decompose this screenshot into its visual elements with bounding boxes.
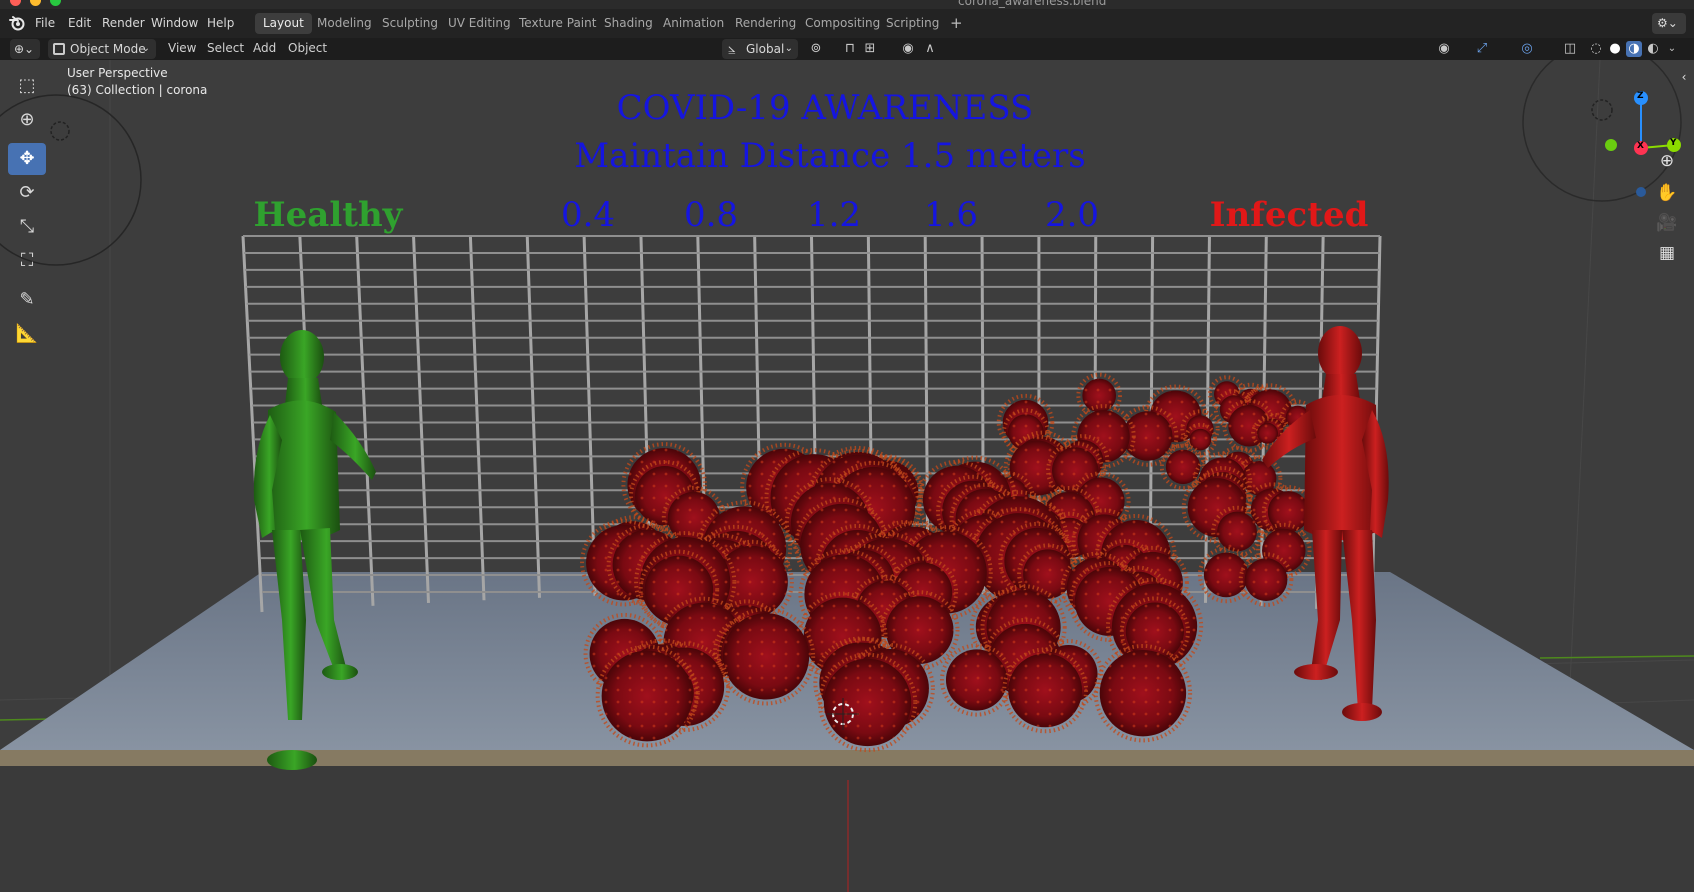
select-box-icon[interactable]: ⬚ (8, 70, 46, 102)
y-axis-line-right (1539, 655, 1694, 659)
object-menu[interactable]: Object (288, 41, 327, 55)
rotate-icon[interactable]: ⟳ (8, 177, 46, 209)
tab-sculpting[interactable]: Sculpting (374, 13, 446, 34)
gizmo-toggle-icon[interactable]: ⤢ (1474, 41, 1490, 57)
menu-render[interactable]: Render (102, 16, 145, 30)
viewport-header: ⊕⌄ Object Mode ⌄ View Select Add Object … (0, 38, 1694, 60)
scene-selector-icon[interactable]: ⚙︎⌄ (1652, 13, 1686, 34)
tab-uv-editing[interactable]: UV Editing (440, 13, 519, 34)
zoom-window-icon[interactable] (50, 0, 61, 6)
top-menu-bar: File Edit Render Window Help Layout Mode… (0, 9, 1694, 38)
scale-mark-0-4: 0.4 (560, 195, 616, 235)
menu-file[interactable]: File (35, 16, 55, 30)
orientation-label: Global (746, 42, 785, 56)
tab-compositing[interactable]: Compositing (797, 13, 888, 34)
scale-mark-1-2: 1.2 (806, 195, 862, 235)
sidebar-toggle-icon[interactable]: ‹ (1674, 62, 1694, 92)
transform-orientation-dropdown[interactable]: ⦥ Global ⌄ (722, 39, 798, 59)
grid-wall-vertical-bar (525, 235, 541, 598)
scale-mark-2-0: 2.0 (1044, 195, 1100, 235)
hand-pan-icon[interactable]: ✋ (1652, 178, 1682, 208)
object-mode-icon (53, 43, 65, 55)
healthy-label: Healthy (253, 195, 403, 235)
annotate-icon[interactable]: ✎ (8, 284, 46, 316)
tab-animation[interactable]: Animation (655, 13, 732, 34)
minimize-window-icon[interactable] (30, 0, 41, 6)
zoom-icon[interactable]: ⊕ (1652, 146, 1682, 176)
infected-label: Infected (1209, 195, 1369, 235)
grid-wall-vertical-bar (355, 235, 375, 606)
object-mode-label: Object Mode (70, 42, 146, 56)
chevron-down-icon: ⌄ (141, 43, 150, 54)
xray-toggle-icon[interactable]: ◫ (1562, 41, 1578, 57)
measure-icon[interactable]: 📐 (8, 318, 46, 350)
pivot-point-icon[interactable]: ⊚ (808, 41, 824, 57)
chevron-down-icon: ⌄ (784, 43, 793, 54)
cursor-icon[interactable]: ⊕ (8, 104, 46, 136)
virus-particle (1076, 372, 1123, 419)
scene-title: COVID-19 AWARENESS (616, 88, 1034, 128)
shading-material-icon[interactable]: ◑ (1626, 41, 1642, 57)
tab-modeling[interactable]: Modeling (309, 13, 380, 34)
view-menu[interactable]: View (168, 41, 196, 55)
gizmo-x-label: X (1637, 141, 1644, 151)
tab-layout[interactable]: Layout (255, 13, 312, 34)
visibility-icon[interactable]: ◉ (1436, 41, 1452, 57)
gizmo-z-label: Z (1637, 91, 1644, 101)
editor-type-icon[interactable]: ⊕⌄ (10, 39, 40, 59)
blender-icon[interactable] (8, 14, 26, 32)
collection-label: (63) Collection | corona (67, 83, 208, 97)
light-object-icon[interactable] (50, 121, 70, 141)
scene-canvas (0, 60, 1694, 892)
virus-particle (939, 643, 1014, 717)
grid-wall-vertical-bar (412, 235, 430, 603)
object-mode-dropdown[interactable]: Object Mode ⌄ (48, 39, 156, 59)
grid-ortho-icon[interactable]: ▦ (1652, 238, 1682, 268)
menu-edit[interactable]: Edit (68, 16, 91, 30)
shading-options-chevron-icon[interactable]: ⌄ (1664, 41, 1680, 57)
tab-shading[interactable]: Shading (596, 13, 661, 34)
3d-viewport[interactable]: COVID-19 AWARENESS Maintain Distance 1.5… (0, 60, 1694, 892)
overlays-toggle-icon[interactable]: ◎ (1519, 41, 1535, 57)
snap-target-icon[interactable]: ⊞ (862, 41, 878, 57)
camera-icon[interactable]: 🎥 (1652, 208, 1682, 238)
transform-icon[interactable]: ⛶ (8, 245, 46, 277)
orientation-axes-icon: ⦥ (728, 41, 736, 56)
tab-texture-paint[interactable]: Texture Paint (511, 13, 604, 34)
add-menu[interactable]: Add (253, 41, 276, 55)
tab-scripting[interactable]: Scripting (878, 13, 947, 34)
scale-mark-0-8: 0.8 (683, 195, 739, 235)
shading-rendered-icon[interactable]: ◐ (1645, 41, 1661, 57)
perspective-label: User Perspective (67, 66, 168, 80)
add-workspace-icon[interactable]: + (942, 13, 971, 34)
window-title-bar: corona_awareness.blend (0, 0, 1694, 9)
scale-icon[interactable]: ⤡ (8, 211, 46, 243)
grid-wall-vertical-bar (468, 235, 486, 601)
select-menu[interactable]: Select (207, 41, 244, 55)
floor-edge (0, 750, 1694, 766)
tab-rendering[interactable]: Rendering (727, 13, 804, 34)
shading-solid-icon[interactable]: ● (1607, 41, 1623, 57)
falloff-curve-icon[interactable]: ∧ (922, 41, 938, 57)
menu-window[interactable]: Window (151, 16, 198, 30)
viewport-ground (0, 766, 1694, 892)
shading-wireframe-icon[interactable]: ◌ (1588, 41, 1604, 57)
close-window-icon[interactable] (10, 0, 21, 6)
move-icon[interactable]: ✥ (8, 143, 46, 175)
grid-wall-vertical-bar (241, 235, 264, 613)
scale-mark-1-6: 1.6 (923, 195, 979, 235)
proportional-editing-icon[interactable]: ◉ (900, 41, 916, 57)
menu-help[interactable]: Help (207, 16, 234, 30)
window-title: corona_awareness.blend (958, 0, 1107, 8)
scene-subtitle: Maintain Distance 1.5 meters (574, 136, 1086, 176)
snap-icon[interactable]: ⊓ (842, 41, 858, 57)
